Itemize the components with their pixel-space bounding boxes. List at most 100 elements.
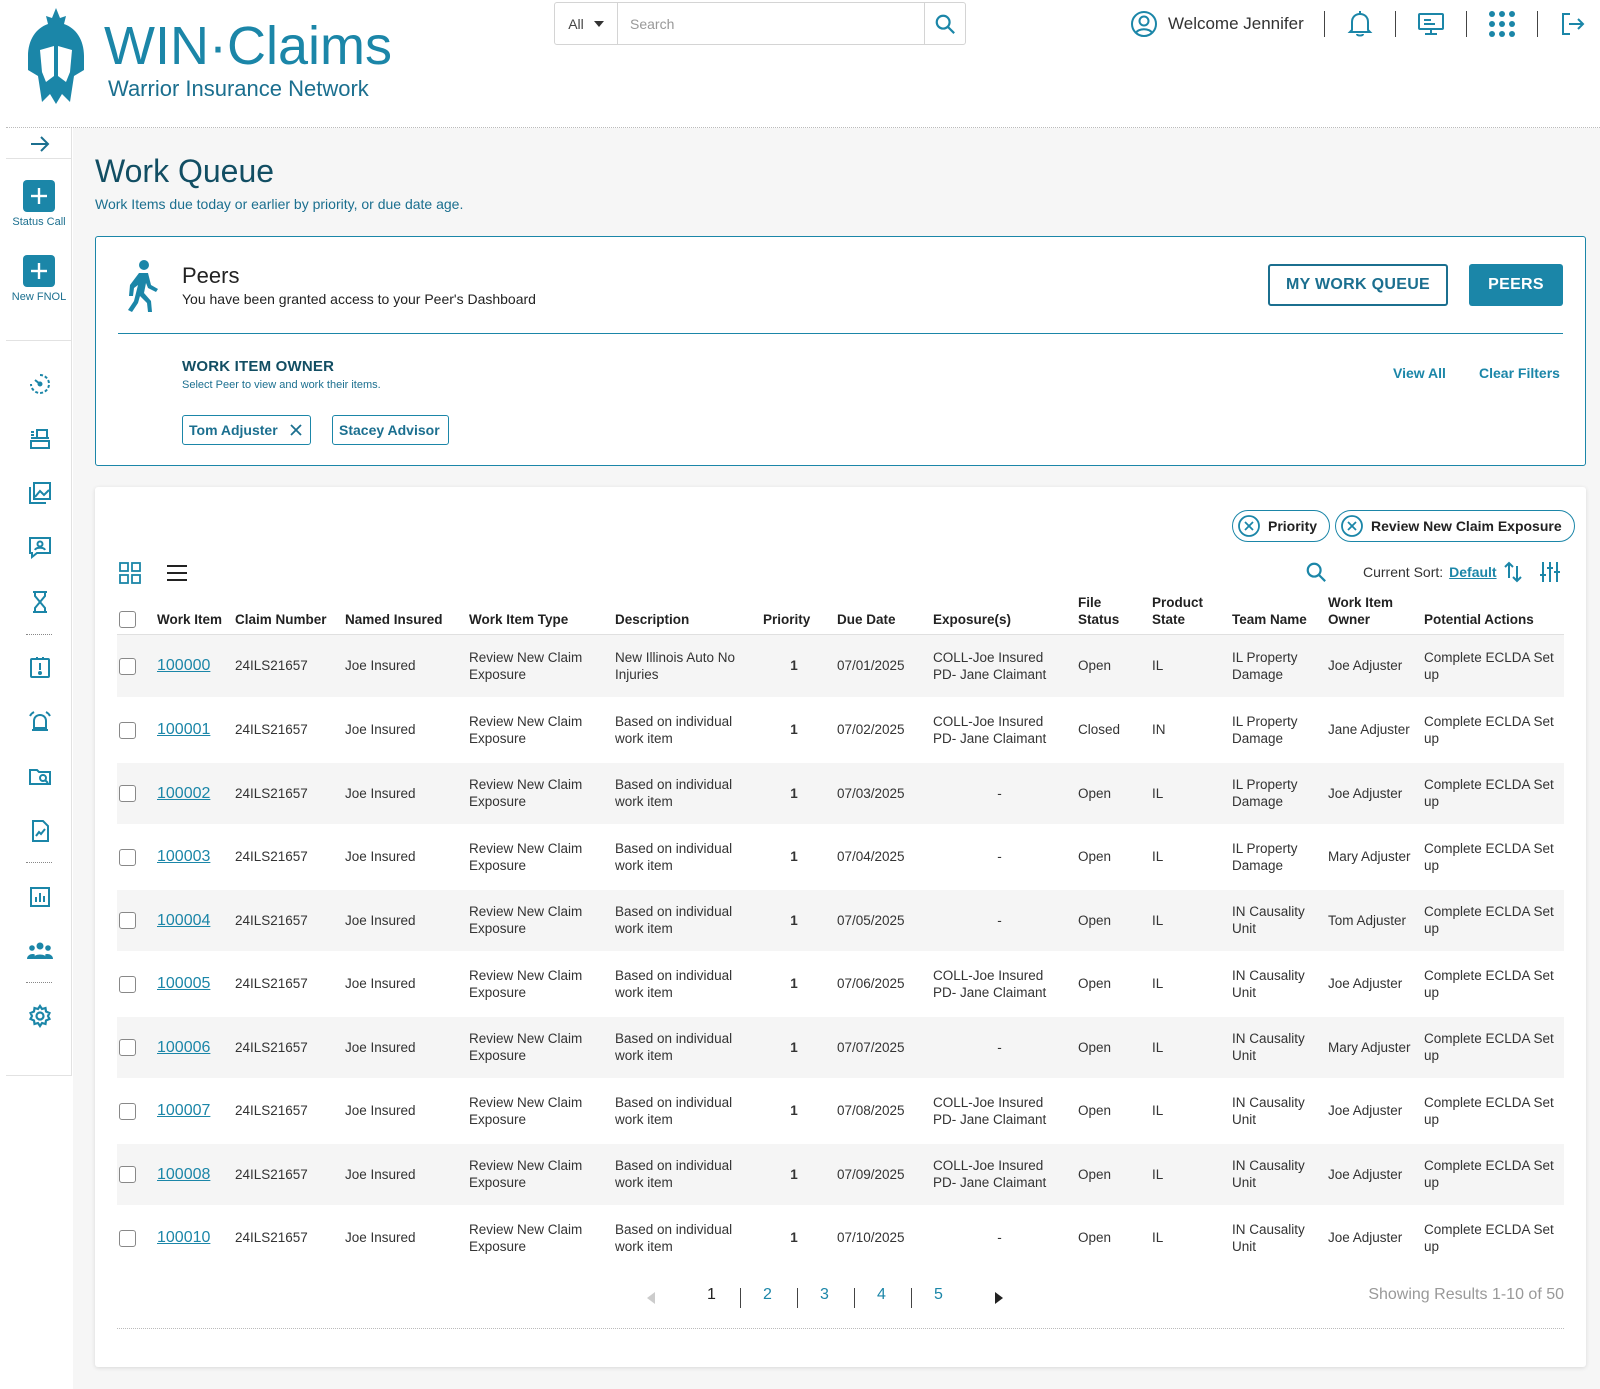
column-header[interactable]: Work Item bbox=[151, 594, 229, 635]
sidebar-item-reports[interactable] bbox=[27, 884, 53, 910]
column-header[interactable]: Claim Number bbox=[229, 594, 339, 635]
row-checkbox[interactable] bbox=[119, 848, 136, 866]
row-checkbox[interactable] bbox=[119, 1229, 136, 1247]
peer-chip-label: Tom Adjuster bbox=[189, 422, 278, 438]
column-header[interactable]: Team Name bbox=[1226, 594, 1322, 635]
column-header[interactable]: Priority bbox=[757, 594, 831, 635]
peers-button[interactable]: PEERS bbox=[1469, 264, 1563, 306]
work-item-link[interactable]: 100000 bbox=[157, 657, 210, 674]
page-link-2[interactable]: 2 bbox=[763, 1286, 772, 1304]
column-header[interactable]: Work Item Owner bbox=[1322, 594, 1418, 635]
user-menu[interactable]: Welcome Jennifer bbox=[1130, 10, 1304, 38]
notifications-button[interactable] bbox=[1345, 9, 1375, 39]
previous-page-icon[interactable] bbox=[647, 1292, 655, 1304]
row-checkbox[interactable] bbox=[119, 1039, 136, 1057]
current-sort-value[interactable]: Default bbox=[1449, 564, 1496, 580]
clear-filters-link[interactable]: Clear Filters bbox=[1479, 365, 1560, 381]
page-link-3[interactable]: 3 bbox=[820, 1286, 829, 1304]
sidebar-item-alerts[interactable] bbox=[27, 655, 53, 681]
logout-button[interactable] bbox=[1558, 9, 1588, 39]
row-checkbox[interactable] bbox=[119, 721, 136, 739]
peers-panel: Peers You have been granted access to yo… bbox=[95, 236, 1586, 466]
table-row[interactable]: 100006 24ILS21657 Joe Insured Review New Cl… bbox=[117, 1015, 1564, 1079]
sidebar-item-alarm[interactable] bbox=[27, 709, 53, 735]
search-button[interactable] bbox=[924, 3, 965, 44]
row-checkbox[interactable] bbox=[119, 1166, 136, 1184]
select-all-checkbox[interactable] bbox=[119, 611, 136, 628]
claim-number-cell: 24ILS21657 bbox=[229, 634, 339, 698]
sidebar-item-team[interactable] bbox=[27, 938, 53, 964]
table-row[interactable]: 100002 24ILS21657 Joe Insured Review New Cl… bbox=[117, 761, 1564, 825]
table-row[interactable]: 100007 24ILS21657 Joe Insured Review New Cl… bbox=[117, 1079, 1564, 1143]
table-row[interactable]: 100001 24ILS21657 Joe Insured Review New Cl… bbox=[117, 698, 1564, 762]
column-header[interactable]: Potential Actions bbox=[1418, 594, 1564, 635]
work-item-link[interactable]: 100003 bbox=[157, 848, 210, 865]
sort-arrows-icon[interactable] bbox=[1503, 560, 1523, 584]
table-row[interactable]: 100000 24ILS21657 Joe Insured Review New Cl… bbox=[117, 634, 1564, 698]
sidebar-item-settings[interactable] bbox=[27, 1003, 53, 1029]
work-item-link[interactable]: 100007 bbox=[157, 1102, 210, 1119]
page-link-5[interactable]: 5 bbox=[934, 1286, 943, 1304]
peer-chip-stacey[interactable]: Stacey Advisor bbox=[332, 415, 449, 445]
sidebar-item-folder-search[interactable] bbox=[27, 764, 53, 790]
table-row[interactable]: 100008 24ILS21657 Joe Insured Review New Cl… bbox=[117, 1142, 1564, 1206]
work-item-link[interactable]: 100005 bbox=[157, 975, 210, 992]
table-row[interactable]: 100004 24ILS21657 Joe Insured Review New Cl… bbox=[117, 888, 1564, 952]
search-icon[interactable] bbox=[1305, 561, 1327, 583]
column-header[interactable]: Product State bbox=[1146, 594, 1226, 635]
column-header[interactable]: Work Item Type bbox=[463, 594, 609, 635]
column-header[interactable]: Exposure(s) bbox=[927, 594, 1072, 635]
column-header[interactable]: Due Date bbox=[831, 594, 927, 635]
sidebar-item-timer[interactable] bbox=[27, 371, 53, 397]
apps-button[interactable] bbox=[1487, 9, 1517, 39]
exposure-cell: COLL-Joe Insured PD- Jane Claimant bbox=[927, 1142, 1072, 1206]
row-checkbox[interactable] bbox=[119, 975, 136, 993]
search-input[interactable] bbox=[618, 3, 924, 44]
my-work-queue-button[interactable]: MY WORK QUEUE bbox=[1268, 264, 1448, 306]
sidebar-item-document-chart[interactable] bbox=[27, 818, 53, 844]
table-row[interactable]: 100010 24ILS21657 Joe Insured Review New Cl… bbox=[117, 1206, 1564, 1270]
filter-chip-review-new-claim[interactable]: Review New Claim Exposure bbox=[1335, 510, 1575, 542]
team-name-cell: IL Property Damage bbox=[1232, 840, 1298, 873]
product-state-cell: IL bbox=[1152, 1103, 1164, 1119]
status-call-button[interactable] bbox=[23, 180, 55, 212]
view-all-link[interactable]: View All bbox=[1393, 365, 1446, 381]
page-link-4[interactable]: 4 bbox=[877, 1286, 886, 1304]
sidebar-item-gallery[interactable] bbox=[27, 480, 53, 506]
row-checkbox[interactable] bbox=[119, 912, 136, 930]
column-header[interactable]: Description bbox=[609, 594, 757, 635]
remove-filter-icon[interactable] bbox=[1340, 514, 1364, 538]
work-item-link[interactable]: 100010 bbox=[157, 1229, 210, 1246]
search-scope-select[interactable]: All bbox=[555, 3, 618, 44]
row-checkbox[interactable] bbox=[119, 657, 136, 675]
work-item-link[interactable]: 100001 bbox=[157, 721, 210, 738]
peer-chip-tom[interactable]: Tom Adjuster bbox=[182, 415, 311, 445]
filter-chip-priority[interactable]: Priority bbox=[1232, 510, 1331, 542]
page-link-1[interactable]: 1 bbox=[707, 1286, 716, 1304]
list-view-button[interactable] bbox=[164, 560, 190, 586]
table-row[interactable]: 100005 24ILS21657 Joe Insured Review New Cl… bbox=[117, 952, 1564, 1016]
table-row[interactable]: 100003 24ILS21657 Joe Insured Review New Cl… bbox=[117, 825, 1564, 889]
sidebar-item-contacts[interactable] bbox=[27, 534, 53, 560]
new-fnol-button[interactable] bbox=[23, 255, 55, 287]
column-header[interactable]: Named Insured bbox=[339, 594, 463, 635]
monitor-button[interactable] bbox=[1416, 9, 1446, 39]
remove-filter-icon[interactable] bbox=[1237, 514, 1261, 538]
row-checkbox[interactable] bbox=[119, 1102, 136, 1120]
work-queue-card: Priority Review New Claim Exposure Curre… bbox=[95, 487, 1586, 1367]
work-item-link[interactable]: 100008 bbox=[157, 1166, 210, 1183]
grid-view-button[interactable] bbox=[117, 560, 143, 586]
brand-logo[interactable]: WIN·Claims Warrior Insurance Network bbox=[26, 6, 416, 106]
row-checkbox[interactable] bbox=[119, 785, 136, 803]
work-item-link[interactable]: 100002 bbox=[157, 785, 210, 802]
sidebar-item-desk[interactable] bbox=[27, 426, 53, 452]
column-header[interactable]: File Status bbox=[1072, 594, 1146, 635]
due-date-cell: 07/08/2025 bbox=[837, 1103, 905, 1119]
work-item-link[interactable]: 100006 bbox=[157, 1039, 210, 1056]
sidebar-item-hourglass[interactable] bbox=[27, 589, 53, 615]
close-icon[interactable] bbox=[290, 424, 302, 436]
work-item-link[interactable]: 100004 bbox=[157, 912, 210, 929]
filter-sliders-icon[interactable] bbox=[1539, 561, 1561, 583]
next-page-icon[interactable] bbox=[995, 1292, 1003, 1304]
expand-arrow-icon[interactable] bbox=[28, 132, 52, 156]
